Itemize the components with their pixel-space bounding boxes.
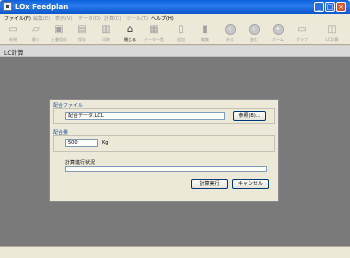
toolbar-graph-button[interactable]: ▭ グラフ (291, 23, 313, 44)
file-path-input[interactable]: 配合データ.LCL (65, 112, 225, 120)
toolbar-forward-button[interactable]: › 進む (243, 23, 265, 44)
toolbar-edit-button[interactable]: ▮ 編集 (194, 23, 216, 44)
toolbar-open-label: 開く (32, 37, 40, 42)
toolbar-save-label: 保存 (78, 37, 86, 42)
toolbar-back-button[interactable]: ‹ 戻る (219, 23, 241, 44)
amount-input[interactable]: 500 (65, 139, 98, 147)
toolbar-back-label: 戻る (226, 37, 234, 42)
back-icon: ‹ (224, 24, 236, 35)
menu-bar: ファイル(F) 編集(E) 表示(V) データ(D) 計算(C) ツール(T) … (0, 14, 350, 22)
close-doc-icon: ⌂ (126, 24, 134, 35)
toolbar-print-button[interactable]: ▥ 印刷 (95, 23, 117, 44)
graph-icon: ▭ (297, 24, 307, 35)
menu-file[interactable]: ファイル(F) (4, 15, 31, 22)
add-icon: ▯ (178, 24, 184, 35)
toolbar-close-button[interactable]: ⌂ 閉じる (119, 23, 141, 44)
progress-label: 計算進行状況 (65, 160, 96, 166)
menu-help[interactable]: ヘルプ(H) (151, 15, 174, 22)
app-icon (3, 2, 12, 11)
toolbar-new-label: 新規 (9, 37, 17, 42)
toolbar-lc-calc-button[interactable]: ◫ LC計算 (321, 23, 343, 44)
toolbar-home-label: ホーム (272, 37, 284, 42)
run-calc-button[interactable]: 計算実行 (191, 179, 228, 189)
toolbar-overwrite-save-button[interactable]: ▣ 上書保存 (48, 23, 70, 44)
lc-calc-panel: 配合ファイル 配合データ.LCL 参照(B)... 配合量 500 Kg 計算進… (49, 99, 279, 202)
toolbar-add-button[interactable]: ▯ 追加 (170, 23, 192, 44)
menu-data[interactable]: データ(D) (78, 15, 101, 22)
home-icon: • (272, 24, 284, 35)
toolbar-data-list-button[interactable]: ▦ データ一覧 (143, 23, 165, 44)
toolbar-graph-label: グラフ (296, 37, 308, 42)
edit-icon: ▮ (202, 24, 208, 35)
amount-unit: Kg (102, 140, 109, 146)
close-window-button[interactable]: × (336, 2, 346, 12)
toolbar-print-label: 印刷 (102, 37, 110, 42)
toolbar-edit-label: 編集 (201, 37, 209, 42)
forward-icon: › (248, 24, 260, 35)
lc-calc-icon: ◫ (327, 24, 337, 35)
toolbar-save-button[interactable]: ▤ 保存 (71, 23, 93, 44)
toolbar-open-button[interactable]: ▱ 開く (25, 23, 47, 44)
page-header: LC計算 (0, 46, 350, 57)
menu-tools[interactable]: ツール(T) (126, 15, 148, 22)
toolbar-forward-label: 進む (250, 37, 258, 42)
minimize-button[interactable]: _ (314, 2, 324, 12)
save-icon: ▣ (54, 24, 64, 35)
toolbar-add-label: 追加 (177, 37, 185, 42)
maximize-button[interactable]: □ (325, 2, 335, 12)
menu-calc[interactable]: 計算(C) (104, 15, 121, 22)
print-icon: ▥ (101, 24, 111, 35)
toolbar-new-button[interactable]: ▭ 新規 (2, 23, 24, 44)
progress-bar (65, 166, 267, 172)
window-title: LOx Feedplan (15, 3, 69, 11)
toolbar-data-list-label: データ一覧 (144, 37, 164, 42)
toolbar-close-label: 閉じる (124, 37, 136, 42)
open-icon: ▱ (32, 24, 40, 35)
title-bar: LOx Feedplan _ □ × (0, 0, 350, 14)
toolbar: ▭ 新規 ▱ 開く ▣ 上書保存 ▤ 保存 ▥ 印刷 ⌂ 閉じる ▦ データ一覧… (0, 22, 350, 45)
status-bar (0, 246, 350, 258)
new-file-icon: ▭ (8, 24, 18, 35)
save-as-icon: ▤ (77, 24, 87, 35)
cancel-button[interactable]: キャンセル (232, 179, 269, 189)
menu-view[interactable]: 表示(V) (55, 15, 72, 22)
menu-edit[interactable]: 編集(E) (33, 15, 50, 22)
toolbar-lc-calc-label: LC計算 (325, 37, 339, 42)
data-list-icon: ▦ (149, 24, 159, 35)
toolbar-overwrite-save-label: 上書保存 (51, 37, 67, 42)
browse-button[interactable]: 参照(B)... (233, 111, 266, 121)
page-title: LC計算 (4, 50, 24, 57)
workspace: 配合ファイル 配合データ.LCL 参照(B)... 配合量 500 Kg 計算進… (0, 57, 350, 246)
toolbar-home-button[interactable]: • ホーム (267, 23, 289, 44)
